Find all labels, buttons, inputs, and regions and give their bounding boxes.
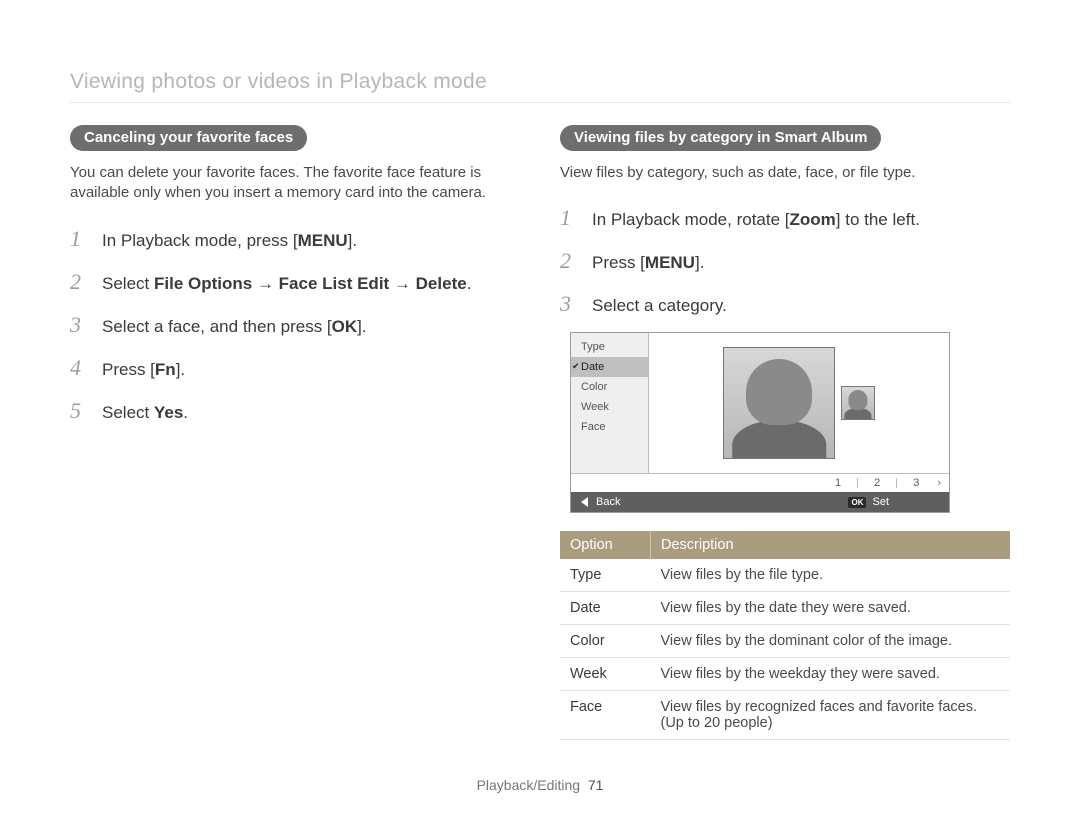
button-label-menu: MENU [298,231,348,250]
option-cell: Face [560,691,651,740]
options-table: Option Description Type View files by th… [560,531,1010,740]
table-row: Date View files by the date they were sa… [560,592,1010,625]
step-item: Select File Options → Face List Edit → D… [70,265,520,298]
step-text: Press [ [592,253,645,272]
option-cell: Week [560,658,651,691]
step-text: ]. [695,253,704,272]
intro-text: You can delete your favorite faces. The … [70,163,520,204]
steps-list-right: In Playback mode, rotate [Zoom] to the l… [560,201,1010,320]
set-label: Set [872,496,889,508]
table-row: Type View files by the file type. [560,559,1010,592]
button-label-fn: Fn [155,360,176,379]
table-header-description: Description [651,531,1011,559]
steps-list-left: In Playback mode, press [MENU]. Select F… [70,222,520,427]
face-thumbnail-small [841,386,875,420]
back-label: Back [596,496,620,508]
path-face-list-edit: Face List Edit [279,274,390,293]
table-row: Week View files by the weekday they were… [560,658,1010,691]
step-text: In Playback mode, press [ [102,231,298,250]
step-text: In Playback mode, rotate [ [592,210,790,229]
step-item: Press [MENU]. [560,244,1010,277]
step-text: Select a category. [592,293,727,319]
thumbnail-area [649,333,949,473]
button-label-menu: MENU [645,253,695,272]
camera-footer-bar: Back OK Set [571,492,949,512]
step-text: ]. [357,317,366,336]
page-footer: Playback/Editing 71 [0,777,1080,793]
step-text: . [467,274,472,293]
control-zoom: Zoom [790,210,836,229]
divider [70,102,1010,103]
triangle-left-icon [581,497,588,507]
sidebar-item-date: Date [571,357,648,377]
step-text: → [389,274,415,293]
step-text: ] to the left. [836,210,920,229]
description-cell: View files by the dominant color of the … [651,625,1011,658]
ok-icon: OK [848,497,866,508]
step-text: Select [102,403,154,422]
table-row: Face View files by recognized faces and … [560,691,1010,740]
table-header-option: Option [560,531,651,559]
option-cell: Date [560,592,651,625]
path-file-options: File Options [154,274,252,293]
sidebar-item-week: Week [571,397,648,417]
page-num: 2 [866,477,888,489]
step-item: In Playback mode, press [MENU]. [70,222,520,255]
sidebar-item-color: Color [571,377,648,397]
camera-screen-main: Type Date Color Week Face [571,333,949,473]
step-item: Select a category. [560,287,1010,320]
step-text: ]. [176,360,185,379]
description-cell: View files by the weekday they were save… [651,658,1011,691]
step-text: . [183,403,188,422]
chevron-right-icon: › [935,477,949,489]
right-column: Viewing files by category in Smart Album… [560,125,1010,740]
page-num: 3 [905,477,927,489]
intro-text: View files by category, such as date, fa… [560,163,1010,183]
left-column: Canceling your favorite faces You can de… [70,125,520,740]
step-text: Select a face, and then press [ [102,317,332,336]
table-row: Color View files by the dominant color o… [560,625,1010,658]
description-cell: View files by recognized faces and favor… [651,691,1011,740]
step-text: Press [ [102,360,155,379]
step-text: Select [102,274,154,293]
columns: Canceling your favorite faces You can de… [70,125,1010,740]
step-text: → [252,274,278,293]
description-cell: View files by the file type. [651,559,1011,592]
path-delete: Delete [416,274,467,293]
description-cell: View files by the date they were saved. [651,592,1011,625]
footer-page-number: 71 [588,777,604,793]
page-num: 1 [827,477,849,489]
option-cell: Color [560,625,651,658]
sidebar-item-type: Type [571,337,648,357]
sidebar-item-face: Face [571,417,648,437]
step-text: ]. [348,231,357,250]
step-item: In Playback mode, rotate [Zoom] to the l… [560,201,1010,234]
camera-screen-illustration: Type Date Color Week Face 1 2 [570,332,950,513]
section-heading-smart-album: Viewing files by category in Smart Album [560,125,881,151]
option-cell: Type [560,559,651,592]
step-item: Press [Fn]. [70,351,520,384]
footer-section: Playback/Editing [477,777,581,793]
manual-page: Viewing photos or videos in Playback mod… [0,0,1080,815]
page-title: Viewing photos or videos in Playback mod… [70,70,1010,94]
step-item: Select Yes. [70,394,520,427]
category-sidebar: Type Date Color Week Face [571,333,649,473]
face-thumbnail-large [723,347,835,459]
page-index-bar: 1 2 3 › [571,473,949,492]
button-label-ok: OK [332,317,358,336]
section-heading-cancel-faces: Canceling your favorite faces [70,125,307,151]
step-item: Select a face, and then press [OK]. [70,308,520,341]
option-yes: Yes [154,403,183,422]
